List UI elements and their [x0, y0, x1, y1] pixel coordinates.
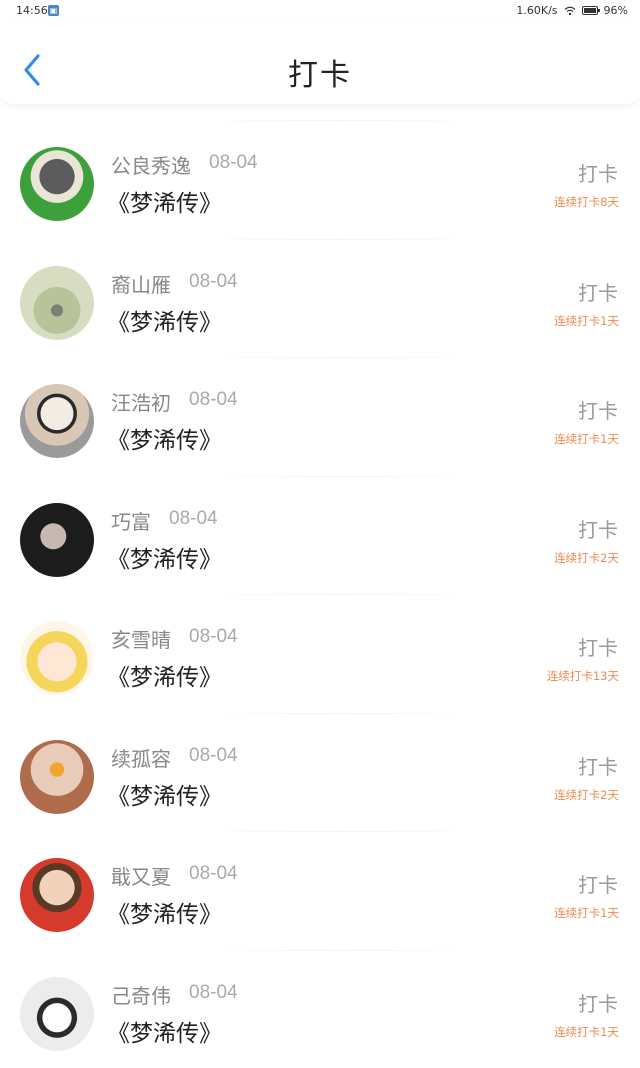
list-item[interactable]: 裔山雁 08-04 《梦浠传》 打卡 连续打卡1天 — [0, 239, 640, 358]
list-item[interactable]: 戢又夏 08-04 《梦浠传》 打卡 连续打卡1天 — [0, 831, 640, 950]
streak-label: 连续打卡1天 — [554, 1024, 619, 1040]
checkin-list: 公良秀逸 08-04 《梦浠传》 打卡 连续打卡8天 裔山雁 08-04 《梦浠… — [0, 120, 640, 1068]
checkin-date: 08-04 — [189, 626, 238, 648]
streak-label: 连续打卡13天 — [547, 668, 619, 684]
checkin-button[interactable]: 打卡 — [578, 158, 618, 187]
book-title[interactable]: 《梦浠传》 — [107, 895, 222, 929]
avatar[interactable] — [20, 977, 94, 1051]
list-item[interactable]: 汪浩初 08-04 《梦浠传》 打卡 连续打卡1天 — [0, 357, 640, 476]
list-item[interactable]: 己奇伟 08-04 《梦浠传》 打卡 连续打卡1天 — [0, 950, 640, 1068]
list-item[interactable]: 续孤容 08-04 《梦浠传》 打卡 连续打卡2天 — [0, 713, 640, 832]
avatar[interactable] — [20, 147, 94, 221]
streak-label: 连续打卡1天 — [554, 905, 619, 921]
checkin-button[interactable]: 打卡 — [578, 395, 618, 424]
battery-icon — [582, 6, 598, 15]
status-right: 1.60K/s 96% — [516, 4, 628, 17]
checkin-date: 08-04 — [189, 271, 238, 293]
book-title[interactable]: 《梦浠传》 — [107, 658, 222, 692]
checkin-date: 08-04 — [209, 152, 258, 174]
avatar[interactable] — [20, 621, 94, 695]
checkin-date: 08-04 — [189, 982, 238, 1004]
streak-label: 连续打卡2天 — [554, 787, 619, 803]
checkin-date: 08-04 — [189, 863, 238, 885]
checkin-button[interactable]: 打卡 — [578, 277, 618, 306]
streak-label: 连续打卡1天 — [554, 313, 619, 329]
avatar[interactable] — [20, 384, 94, 458]
list-item[interactable]: 公良秀逸 08-04 《梦浠传》 打卡 连续打卡8天 — [0, 120, 640, 239]
checkin-button[interactable]: 打卡 — [578, 988, 618, 1017]
user-name: 己奇伟 — [111, 980, 171, 1009]
book-title[interactable]: 《梦浠传》 — [107, 184, 222, 218]
list-item[interactable]: 巧富 08-04 《梦浠传》 打卡 连续打卡2天 — [0, 476, 640, 595]
user-name: 亥雪晴 — [111, 624, 171, 653]
user-name: 巧富 — [111, 506, 151, 535]
user-name: 续孤容 — [111, 743, 171, 772]
checkin-date: 08-04 — [189, 389, 238, 411]
user-name: 汪浩初 — [111, 387, 171, 416]
streak-label: 连续打卡2天 — [554, 550, 619, 566]
book-title[interactable]: 《梦浠传》 — [107, 421, 222, 455]
list-item[interactable]: 亥雪晴 08-04 《梦浠传》 打卡 连续打卡13天 — [0, 594, 640, 713]
avatar[interactable] — [20, 740, 94, 814]
status-time: 14:56 — [16, 4, 48, 17]
checkin-date: 08-04 — [169, 508, 218, 530]
streak-label: 连续打卡8天 — [554, 194, 619, 210]
network-speed: 1.60K/s — [516, 4, 557, 17]
checkin-button[interactable]: 打卡 — [578, 514, 618, 543]
streak-label: 连续打卡1天 — [554, 431, 619, 447]
book-title[interactable]: 《梦浠传》 — [107, 540, 222, 574]
book-title[interactable]: 《梦浠传》 — [107, 1014, 222, 1048]
checkin-date: 08-04 — [189, 745, 238, 767]
top-bar: 打卡 — [0, 24, 640, 104]
avatar[interactable] — [20, 858, 94, 932]
user-name: 裔山雁 — [111, 269, 171, 298]
user-name: 公良秀逸 — [111, 150, 191, 179]
battery-level: 96% — [604, 4, 628, 17]
avatar[interactable] — [20, 266, 94, 340]
checkin-button[interactable]: 打卡 — [578, 869, 618, 898]
book-title[interactable]: 《梦浠传》 — [107, 777, 222, 811]
checkin-button[interactable]: 打卡 — [578, 632, 618, 661]
user-name: 戢又夏 — [111, 861, 171, 890]
notification-app-icon: ▣ — [48, 5, 59, 16]
avatar[interactable] — [20, 503, 94, 577]
checkin-button[interactable]: 打卡 — [578, 751, 618, 780]
page-title: 打卡 — [0, 50, 640, 94]
book-title[interactable]: 《梦浠传》 — [107, 303, 222, 337]
status-bar: 14:56 ▣ 1.60K/s 96% — [0, 0, 640, 24]
wifi-icon — [564, 6, 576, 16]
